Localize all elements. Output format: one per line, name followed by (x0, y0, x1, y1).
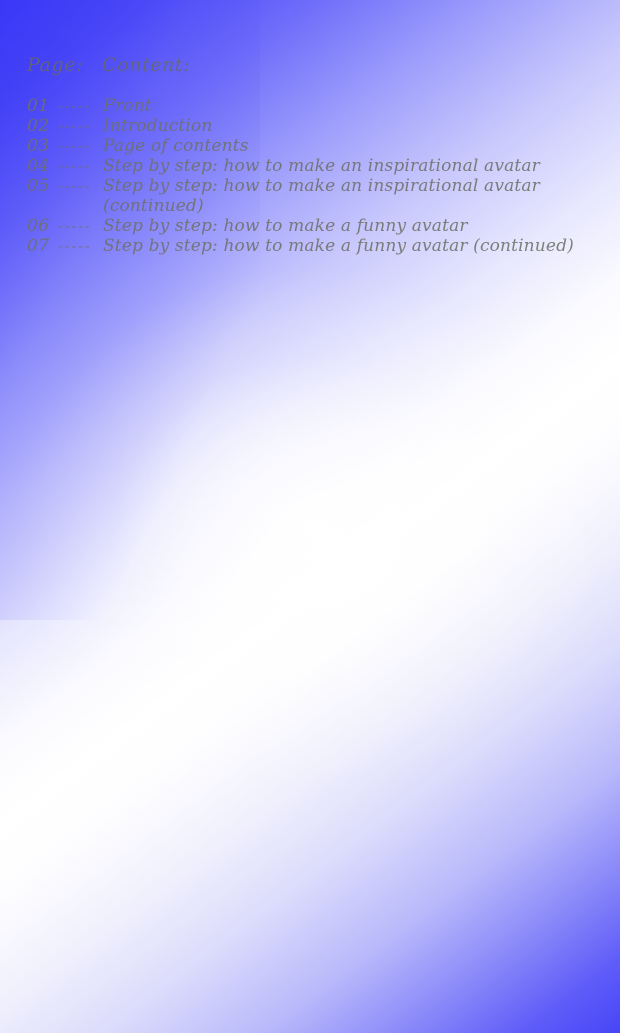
toc-entry-title: Page of contents (103, 136, 249, 156)
toc-entry-leader-dashes: ----- (58, 217, 92, 235)
toc-entry[interactable]: 03 ----- Page of contents (0, 136, 620, 156)
toc-entry[interactable]: 05 ----- Step by step: how to make an insp… (0, 176, 620, 196)
toc-entry[interactable]: 02 ----- Introduction (0, 116, 620, 136)
toc-entry-leader-dashes: ----- (58, 157, 92, 175)
toc-entry-leader-dashes: ----- (58, 177, 92, 195)
toc-column-headers: Page: Content: (0, 54, 620, 80)
toc-entry-leader-dashes: ----- (58, 137, 92, 155)
contents-page: Page: Content: 01 ----- Front 02 ----- Introd… (0, 0, 620, 1033)
toc-entry-page-number: 07 (27, 236, 50, 256)
toc-entry-page-number: 03 (27, 136, 50, 156)
toc-entry-leader-dashes: ----- (58, 97, 92, 115)
background-left-wash (0, 0, 260, 620)
toc-entry-leader-dashes: ----- (58, 237, 92, 255)
toc-entry[interactable]: 01 ----- Front (0, 96, 620, 116)
toc-entry-title: Step by step: how to make an inspiration… (103, 176, 540, 196)
toc-entry[interactable]: 06 ----- Step by step: how to make a funny… (0, 216, 620, 236)
toc-entry-title: Front (103, 96, 152, 116)
toc-entry[interactable]: 07 ----- Step by step: how to make a funny… (0, 236, 620, 256)
toc-entry-title: Step by step: how to make a funny avatar (103, 216, 468, 236)
toc-entry[interactable]: 04 ----- Step by step: how to make an insp… (0, 156, 620, 176)
toc-entry-title: Step by step: how to make an inspiration… (103, 156, 540, 176)
content-column-header: Content: (102, 54, 191, 76)
toc-entry-title: Step by step: how to make a funny avatar… (103, 236, 574, 256)
toc-entry-leader-dashes: ----- (58, 117, 92, 135)
toc-entry-continuation-line: (continued) (0, 196, 620, 216)
toc-entry-title: Introduction (103, 116, 213, 136)
toc-entry-continuation-text: (continued) (103, 196, 204, 216)
toc-entry-page-number: 05 (27, 176, 50, 196)
toc-entry-page-number: 04 (27, 156, 50, 176)
toc-entry-page-number: 06 (27, 216, 50, 236)
toc-entry-list: 01 ----- Front 02 ----- Introduction 03 ----- Pa… (0, 96, 620, 256)
toc-entry-page-number: 01 (27, 96, 50, 116)
toc-entry-page-number: 02 (27, 116, 50, 136)
page-column-header: Page: (27, 54, 84, 76)
